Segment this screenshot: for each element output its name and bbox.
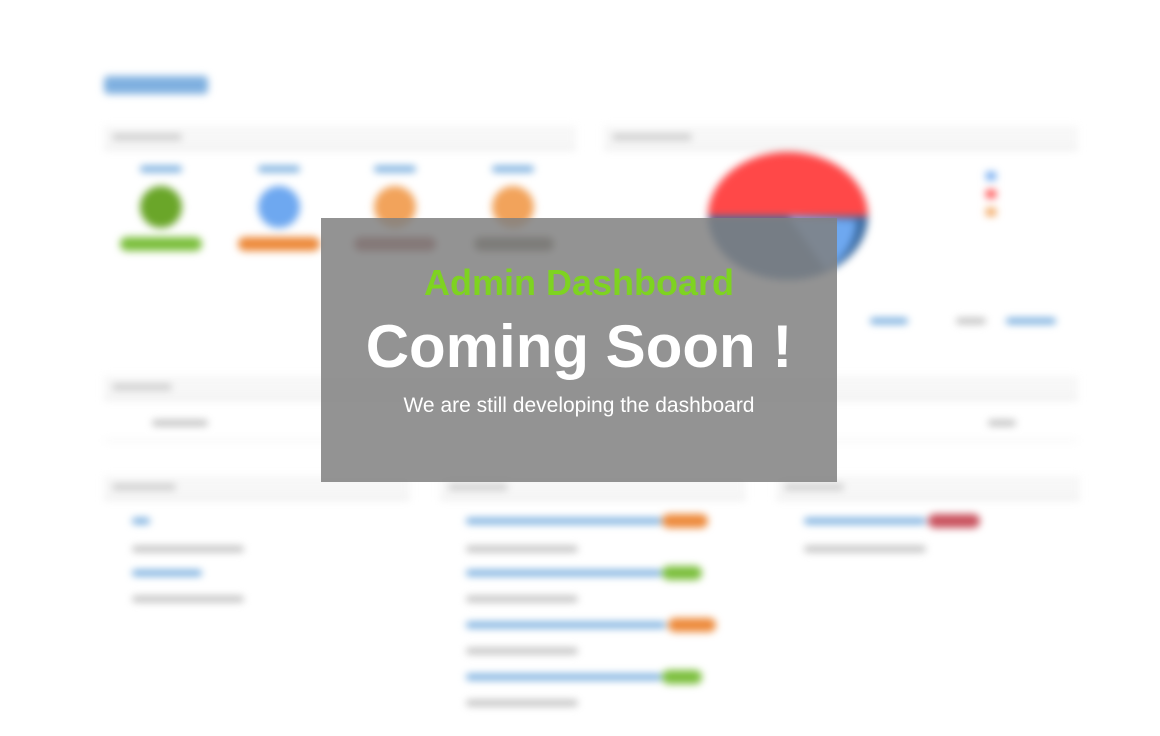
overlay-title: Admin Dashboard: [423, 262, 735, 303]
stat-icon-blue: [258, 186, 300, 228]
overlay-subtitle: We are still developing the dashboard: [403, 394, 755, 417]
coming-soon-overlay: Admin Dashboard Coming Soon ! We are sti…: [321, 218, 837, 482]
panel-header-stats: [104, 126, 576, 150]
stat-icon-green: [140, 186, 182, 228]
page-title-blur: [104, 76, 208, 94]
overlay-heading: Coming Soon !: [365, 313, 793, 380]
panel-header-chart: [604, 126, 1078, 150]
